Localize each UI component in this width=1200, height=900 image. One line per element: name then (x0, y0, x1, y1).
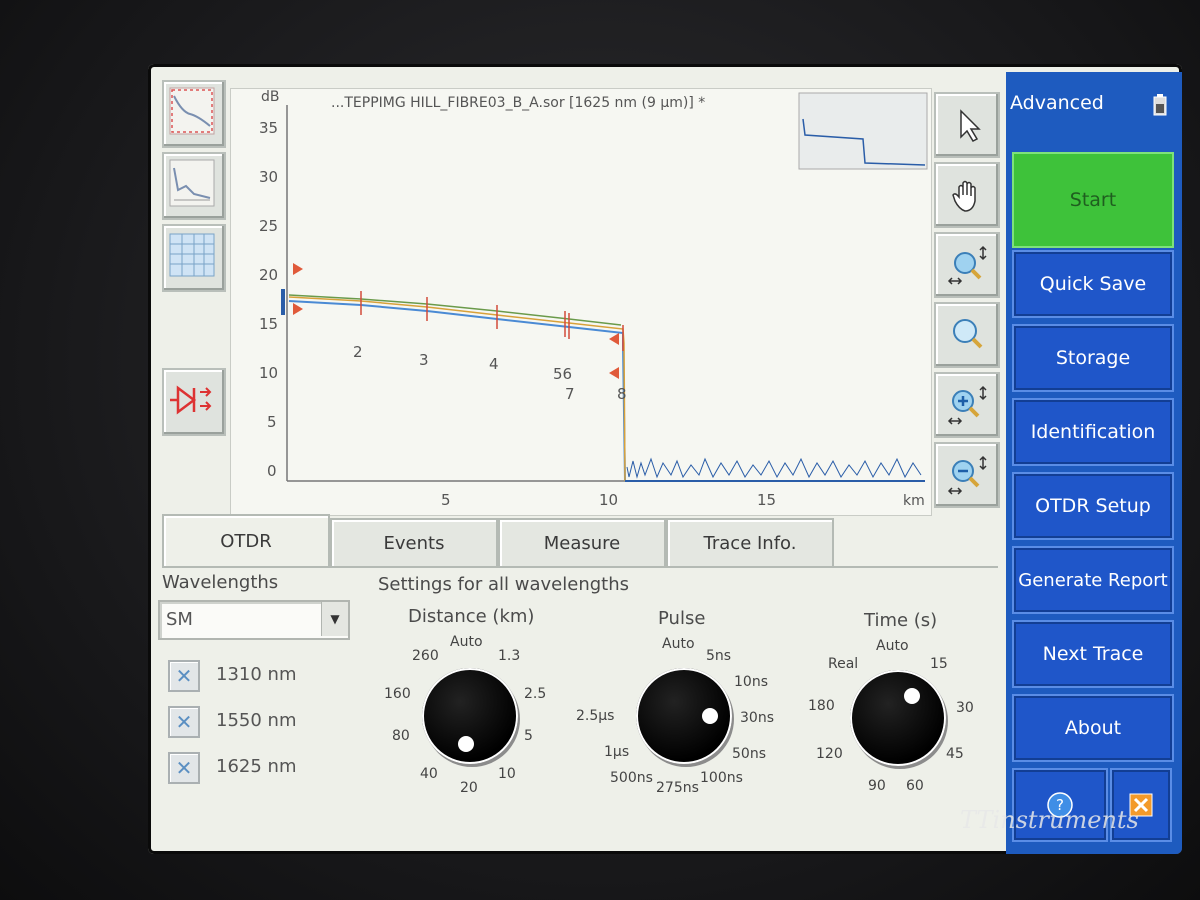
distance-tick: Auto (450, 634, 483, 650)
pulse-tick: 275ns (656, 780, 699, 796)
device-screen: dB ...TEPPIMG HILL_FIBRE03_B_A.sor [1625… (148, 64, 1182, 854)
zoom-in-icon[interactable] (934, 372, 1000, 438)
pulse-tick: 5ns (706, 648, 732, 664)
wavelength-label: 1550 nm (216, 710, 297, 731)
pulse-tick: 1μs (604, 744, 630, 760)
pulse-tick: 50ns (732, 746, 766, 762)
checkbox-checked-icon[interactable]: ✕ (168, 706, 200, 738)
zoom-out-icon[interactable] (934, 442, 1000, 508)
wavelength-item[interactable]: ✕ 1310 nm (168, 658, 348, 694)
pulse-tick: Auto (662, 636, 695, 652)
quick-save-button[interactable]: Quick Save (1012, 250, 1174, 318)
time-tick: 60 (906, 778, 924, 794)
auto-zoom-icon[interactable] (934, 232, 1000, 298)
event-label: 4 (489, 355, 499, 373)
pulse-tick: 10ns (734, 674, 768, 690)
battery-icon (1153, 94, 1167, 116)
wavelength-label: 1625 nm (216, 756, 297, 777)
trace-overview-icon[interactable] (162, 152, 226, 220)
settings-header: Settings for all wavelengths (378, 574, 630, 595)
laser-source-icon[interactable] (162, 368, 226, 436)
time-tick: Real (828, 656, 859, 672)
pulse-tick: 2.5μs (576, 708, 615, 724)
tab-events[interactable]: Events (330, 518, 498, 566)
tab-measure[interactable]: Measure (498, 518, 666, 566)
distance-tick: 1.3 (498, 648, 521, 664)
next-trace-button[interactable]: Next Trace (1012, 620, 1174, 688)
time-tick: 45 (946, 746, 964, 762)
trace-plot: . (281, 92, 928, 482)
wavelength-item[interactable]: ✕ 1625 nm (168, 750, 348, 786)
wavelengths-label: Wavelengths (162, 572, 279, 593)
tab-divider (162, 566, 998, 568)
fiber-mode-value: SM (166, 609, 193, 630)
event-label: 3 (419, 351, 429, 369)
sidebar: Advanced Start Quick Save Storage Identi… (1006, 72, 1182, 854)
tab-otdr[interactable]: OTDR (162, 514, 330, 566)
distance-tick: 160 (384, 686, 411, 702)
pulse-tick: 500ns (610, 770, 653, 786)
time-tick: 15 (930, 656, 948, 672)
time-tick: Auto (876, 638, 909, 654)
sidebar-title: Advanced (1010, 92, 1104, 114)
pulse-dial[interactable] (636, 668, 732, 764)
checkbox-checked-icon[interactable]: ✕ (168, 752, 200, 784)
identification-button[interactable]: Identification (1012, 398, 1174, 466)
pulse-tick: 30ns (740, 710, 774, 726)
storage-button[interactable]: Storage (1012, 324, 1174, 392)
wavelength-label: 1310 nm (216, 664, 297, 685)
pointer-icon[interactable] (934, 92, 1000, 158)
distance-tick: 5 (524, 728, 533, 744)
time-tick: 180 (808, 698, 835, 714)
fiber-mode-select[interactable]: SM ▼ (158, 600, 350, 640)
time-dial[interactable] (850, 670, 946, 766)
pan-hand-icon[interactable] (934, 162, 1000, 228)
pulse-tick: 100ns (700, 770, 743, 786)
event-label: 2 (353, 343, 363, 361)
distance-tick: 40 (420, 766, 438, 782)
time-tick: 30 (956, 700, 974, 716)
distance-tick: 260 (412, 648, 439, 664)
distance-tick: 10 (498, 766, 516, 782)
watermark: TTinstruments (960, 806, 1139, 834)
checkbox-checked-icon[interactable]: ✕ (168, 660, 200, 692)
distance-tick: 80 (392, 728, 410, 744)
distance-label: Distance (km) (408, 606, 535, 627)
zoom-1to1-icon[interactable] (934, 302, 1000, 368)
tab-trace-info[interactable]: Trace Info. (666, 518, 834, 566)
event-label: 56 (553, 365, 573, 383)
distance-dial[interactable] (422, 668, 518, 764)
full-trace-view-icon[interactable] (162, 80, 226, 148)
wavelength-list: ✕ 1310 nm ✕ 1550 nm ✕ 1625 nm (158, 644, 348, 824)
trace-minimap (798, 92, 928, 170)
event-table-icon[interactable] (162, 224, 226, 292)
pulse-label: Pulse (658, 608, 706, 629)
generate-report-button[interactable]: Generate Report (1012, 546, 1174, 614)
otdr-trace-graph[interactable]: dB ...TEPPIMG HILL_FIBRE03_B_A.sor [1625… (230, 88, 932, 516)
wavelength-item[interactable]: ✕ 1550 nm (168, 704, 348, 740)
otdr-setup-button[interactable]: OTDR Setup (1012, 472, 1174, 540)
time-label: Time (s) (864, 610, 938, 631)
event-label: 7 (565, 385, 575, 403)
time-tick: 90 (868, 778, 886, 794)
chevron-down-icon[interactable]: ▼ (321, 602, 348, 636)
about-button[interactable]: About (1012, 694, 1174, 762)
distance-tick: 20 (460, 780, 478, 796)
time-tick: 120 (816, 746, 843, 762)
start-button[interactable]: Start (1012, 152, 1174, 248)
distance-tick: 2.5 (524, 686, 547, 702)
event-label: 8 (617, 385, 627, 403)
